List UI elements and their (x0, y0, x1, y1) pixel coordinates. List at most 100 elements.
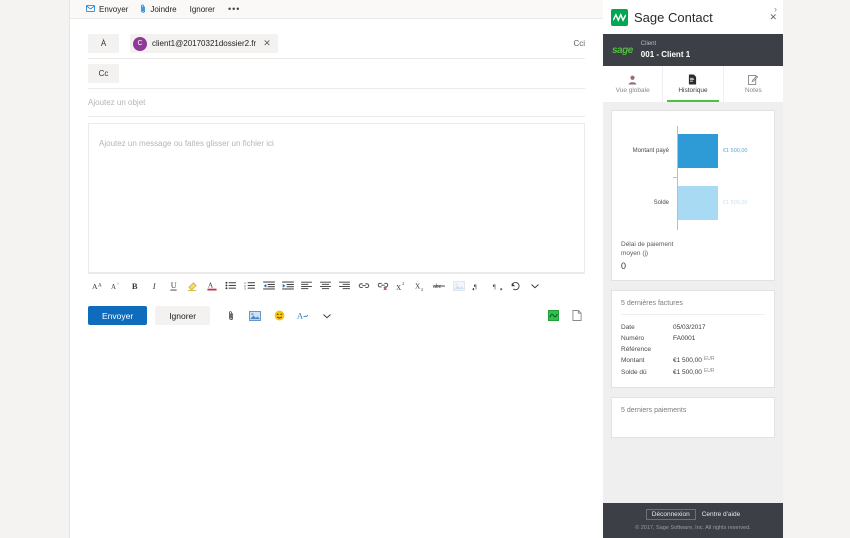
command-attach[interactable]: Joindre (141, 4, 177, 15)
ltr-direction-icon[interactable]: ¶ (468, 276, 487, 296)
increase-font-size-icon[interactable]: AA (88, 276, 107, 296)
svg-text:^: ^ (117, 282, 119, 287)
row-key: Date (621, 323, 635, 331)
send-button[interactable]: Envoyer (88, 306, 148, 325)
row-key: Solde dû (621, 368, 647, 376)
emoji-icon[interactable] (271, 306, 287, 325)
command-discard-label: Ignorer (189, 4, 215, 14)
command-discard[interactable]: Ignorer (190, 5, 215, 14)
chart-axis-tick (673, 177, 677, 178)
sage-panel-header: Sage Contact ✕ (603, 0, 783, 34)
average-payment-delay-kpi: Délai de paiement moyen (j) 0 (621, 240, 765, 271)
app-window: Envoyer Joindre Ignorer ••• À C client1@… (0, 0, 850, 538)
right-rail (783, 0, 850, 538)
discard-button[interactable]: Ignorer (155, 306, 211, 325)
cci-button[interactable]: Cci (573, 39, 585, 48)
italic-icon[interactable]: I (145, 276, 164, 296)
sage-panel-title: Sage Contact (634, 9, 713, 25)
decrease-indent-icon[interactable] (259, 276, 278, 296)
sage-addin-icon[interactable] (545, 306, 561, 325)
subject-field-row[interactable]: Ajoutez un objet (88, 89, 585, 117)
insert-link-icon[interactable] (354, 276, 373, 296)
svg-text:A: A (207, 281, 213, 289)
more-formatting-icon[interactable] (525, 276, 544, 296)
to-button[interactable]: À (88, 34, 119, 53)
subscript-icon[interactable]: X2 (411, 276, 430, 296)
left-gutter (0, 0, 70, 538)
help-center-link[interactable]: Centre d'aide (702, 511, 740, 518)
row-value: 05/03/2017 (673, 323, 706, 331)
compose-fields: À C client1@20170321dossier2.fr ✕ Cci Cc… (70, 29, 603, 117)
message-body-input[interactable]: Ajoutez un message ou faites glisser un … (88, 123, 585, 273)
superscript-icon[interactable]: X2 (392, 276, 411, 296)
highlight-icon[interactable] (183, 276, 202, 296)
bold-icon[interactable]: B (126, 276, 145, 296)
invoice-details: Date 05/03/2017 Numéro FA0001 Référence … (621, 315, 765, 378)
attach-file-icon[interactable] (223, 306, 239, 325)
align-center-icon[interactable] (316, 276, 335, 296)
svg-text:A: A (98, 282, 102, 288)
paperclip-icon (141, 4, 146, 15)
strikethrough-icon[interactable]: abc (430, 276, 449, 296)
to-field-row: À C client1@20170321dossier2.fr ✕ Cci (88, 29, 585, 59)
compose-pane: Envoyer Joindre Ignorer ••• À C client1@… (70, 0, 603, 538)
svg-text:A: A (297, 311, 303, 320)
undo-icon[interactable] (506, 276, 525, 296)
footer-links: Déconnexion Centre d'aide (603, 509, 783, 520)
row-currency: EUR (703, 356, 715, 363)
tab-vue-globale-label: Vue globale (615, 87, 650, 94)
svg-text:A: A (92, 282, 98, 290)
row-key: Montant (621, 357, 645, 365)
decrease-font-size-icon[interactable]: A ^ (107, 276, 126, 296)
remove-link-icon[interactable] (373, 276, 392, 296)
underline-icon[interactable]: U (164, 276, 183, 296)
table-row: Date 05/03/2017 (621, 322, 765, 333)
increase-indent-icon[interactable] (278, 276, 297, 296)
insert-image-icon[interactable] (449, 276, 468, 296)
table-row: Numéro FA0001 (621, 333, 765, 344)
align-left-icon[interactable] (297, 276, 316, 296)
svg-text:I: I (152, 281, 157, 290)
sage-tabs: Vue globale Historique Notes (603, 66, 783, 102)
chart-bar-value: €1 500,00 (723, 200, 748, 206)
last-payments-card: 5 derniers paiements (611, 396, 775, 438)
person-icon (628, 74, 637, 85)
avatar: C (133, 36, 147, 51)
command-send-label: Envoyer (99, 4, 129, 14)
chevron-right-icon[interactable]: › (774, 4, 777, 14)
logout-button[interactable]: Déconnexion (645, 509, 696, 520)
last-payments-title: 5 derniers paiements (621, 406, 687, 414)
more-options-icon[interactable] (319, 306, 335, 325)
svg-text:B: B (132, 281, 138, 290)
svg-text:A: A (111, 284, 116, 290)
remove-recipient-icon[interactable]: ✕ (261, 39, 273, 48)
numbered-list-icon[interactable]: 123 (240, 276, 259, 296)
rtl-direction-icon[interactable]: ¶ (487, 276, 506, 296)
subject-input[interactable]: Ajoutez un objet (88, 98, 145, 107)
command-send[interactable]: Envoyer (86, 5, 128, 14)
signature-icon[interactable]: A (295, 306, 311, 325)
tab-vue-globale[interactable]: Vue globale (603, 66, 664, 102)
send-action-row: Envoyer Ignorer A (88, 306, 585, 325)
table-row: Montant €1 500,00 EUR (621, 355, 765, 366)
row-key: Référence (621, 346, 651, 354)
font-color-icon[interactable]: A (202, 276, 221, 296)
recipient-chip[interactable]: C client1@20170321dossier2.fr ✕ (130, 34, 278, 53)
sage-wordmark: sage (612, 44, 633, 56)
cc-button[interactable]: Cc (88, 64, 119, 83)
compose-command-bar: Envoyer Joindre Ignorer ••• (70, 0, 603, 19)
bulleted-list-icon[interactable] (221, 276, 240, 296)
row-key: Numéro (621, 335, 645, 343)
chart-bar-label: Montant payé (632, 148, 669, 154)
align-right-icon[interactable] (335, 276, 354, 296)
document-addin-icon[interactable] (569, 306, 585, 325)
insert-picture-icon[interactable] (247, 306, 263, 325)
sage-logo-icon (611, 8, 628, 26)
tab-historique[interactable]: Historique (663, 66, 724, 102)
tab-notes[interactable]: Notes (724, 66, 783, 102)
sage-contact-panel: Sage Contact ✕ sage Client 001 - Client … (603, 0, 783, 538)
svg-text:¶: ¶ (492, 283, 495, 290)
command-overflow-button[interactable]: ••• (228, 4, 240, 14)
sage-panel-body: Montant payé €1 500,00 Solde €1 500,00 D… (603, 102, 783, 503)
payment-chart-card: Montant payé €1 500,00 Solde €1 500,00 D… (611, 110, 775, 281)
